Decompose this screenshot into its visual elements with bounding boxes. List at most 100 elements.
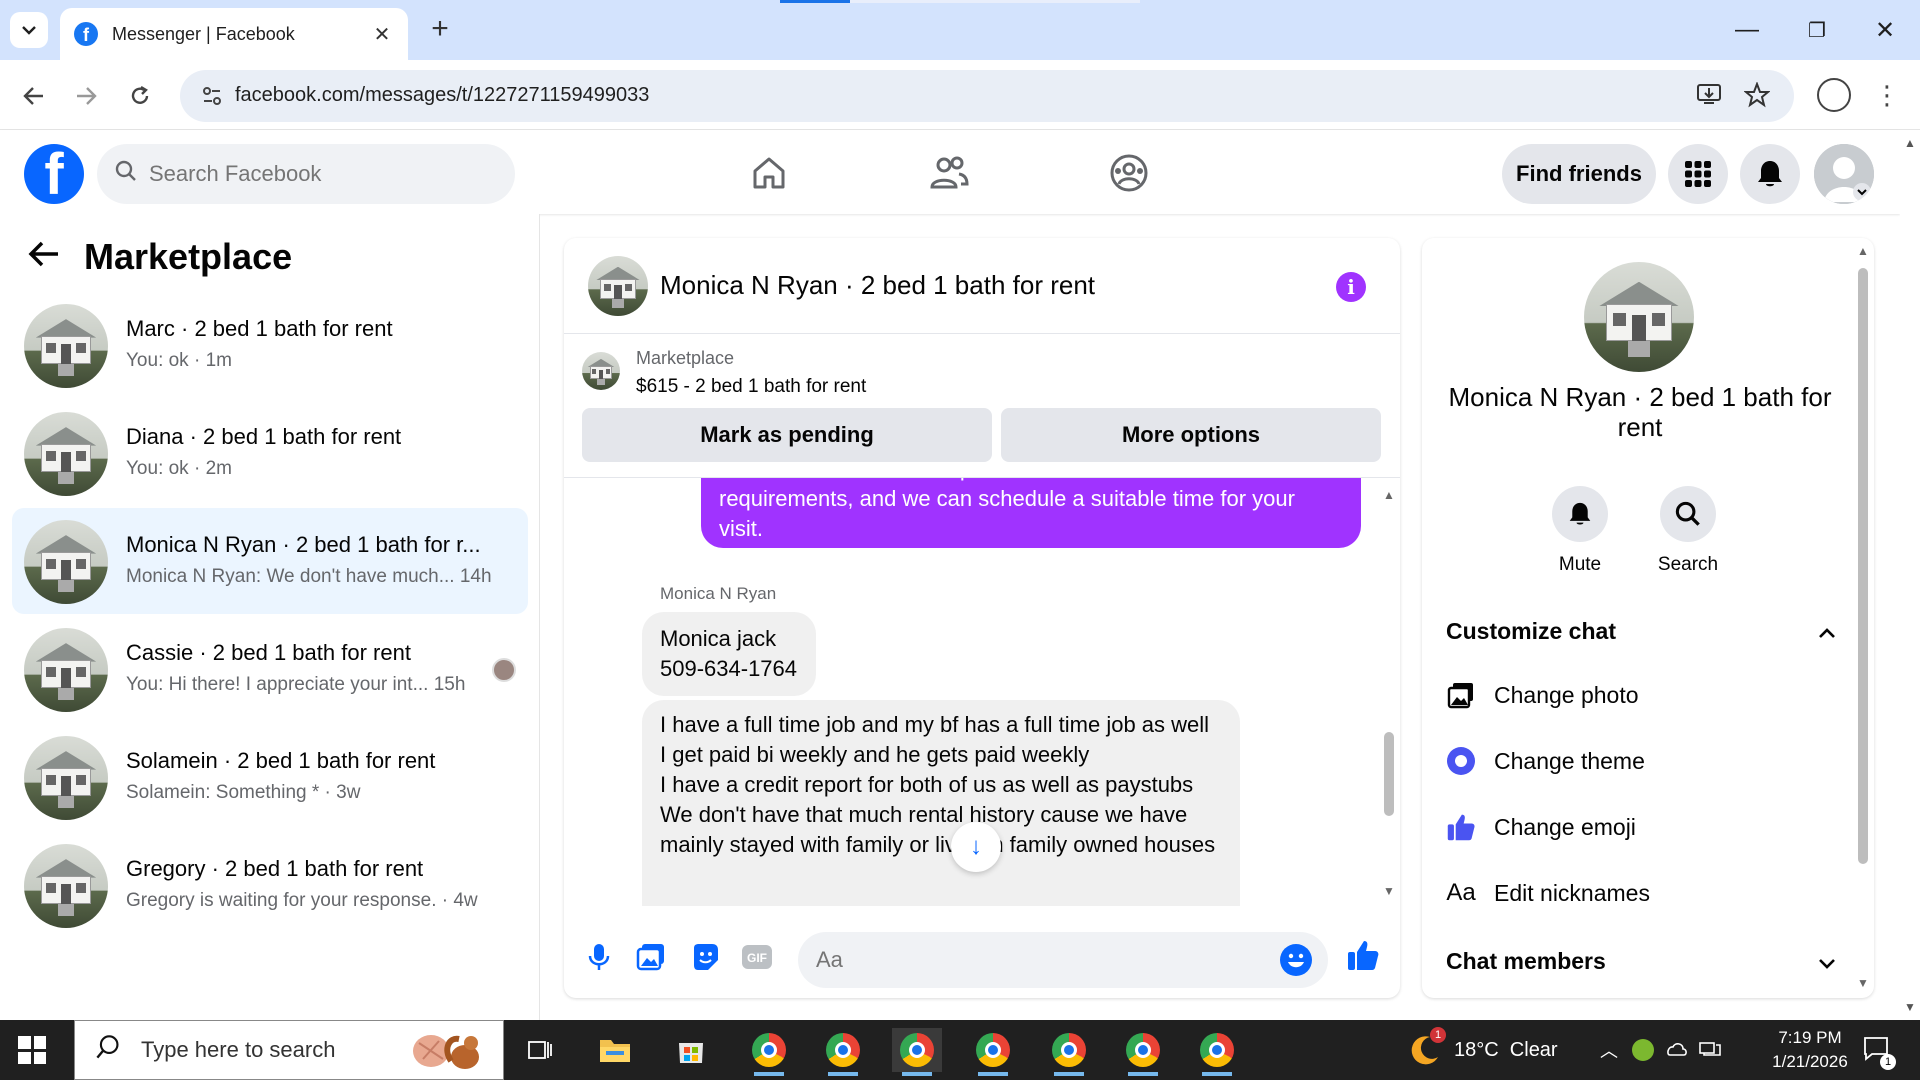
task-view-icon[interactable] (514, 1028, 564, 1072)
incoming-message[interactable]: Monica jack 509-634-1764 (642, 612, 816, 696)
info-scrollbar[interactable]: ▲ ▼ (1856, 244, 1870, 990)
chrome-profile-2-icon[interactable] (818, 1028, 868, 1076)
restore-button[interactable]: ❐ (1794, 10, 1840, 50)
chat-avatar[interactable] (588, 256, 648, 316)
search-conversation-button[interactable]: Search (1638, 486, 1738, 576)
customize-chat-section[interactable]: Customize chat (1446, 618, 1836, 645)
chat-panel: Monica N Ryan · 2 bed 1 bath for rent i … (564, 238, 1400, 998)
conversation-item[interactable]: Solamein · 2 bed 1 bath for rent Solamei… (12, 724, 528, 830)
gif-icon[interactable]: GIF (740, 940, 774, 974)
chat-scrollbar[interactable]: ▲ ▼ (1382, 488, 1396, 898)
chrome-profile-7-icon[interactable] (1192, 1028, 1242, 1076)
outgoing-message[interactable]: contact number so I can provide all the … (701, 478, 1361, 548)
listing-thumbnail[interactable] (582, 352, 620, 390)
conversation-item[interactable]: Diana · 2 bed 1 bath for rent You: ok · … (12, 400, 528, 506)
clock-time: 7:19 PM (1778, 1028, 1842, 1047)
change-photo-option[interactable]: Change photo (1446, 680, 1836, 710)
chrome-profile-5-icon[interactable] (1044, 1028, 1094, 1076)
groups-icon[interactable] (1104, 148, 1154, 198)
conversation-name: Monica N Ryan · 2 bed 1 bath for r... (126, 532, 481, 557)
forward-button[interactable] (68, 78, 104, 114)
clock[interactable]: 7:19 PM 1/21/2026 (1750, 1020, 1870, 1080)
browser-menu-icon[interactable]: ⋮ (1872, 78, 1902, 112)
onedrive-icon[interactable] (1664, 1039, 1688, 1062)
chat-scrollbar-thumb[interactable] (1384, 732, 1394, 816)
message-input-field[interactable] (798, 932, 1328, 988)
notifications-button[interactable] (1740, 144, 1800, 204)
taskbar-search[interactable]: Type here to search (74, 1020, 504, 1080)
bookmark-star-icon[interactable] (1742, 81, 1772, 112)
network-icon[interactable] (1698, 1039, 1722, 1062)
info-scrollbar-thumb[interactable] (1858, 268, 1868, 864)
conversation-preview: You: ok · 1m (126, 350, 232, 371)
profile-avatar[interactable] (1584, 262, 1694, 372)
edit-nicknames-option[interactable]: Aa Edit nicknames (1446, 878, 1836, 908)
change-emoji-option[interactable]: Change emoji (1446, 812, 1836, 842)
menu-grid-button[interactable] (1668, 144, 1728, 204)
account-avatar[interactable] (1814, 144, 1874, 204)
chrome-profile-6-icon[interactable] (1118, 1028, 1168, 1076)
close-window-button[interactable]: ✕ (1862, 10, 1908, 50)
facebook-search[interactable] (97, 144, 515, 204)
page-scrollbar[interactable]: ▲ ▼ (1900, 130, 1920, 1020)
tab-search-button[interactable] (10, 12, 48, 48)
site-info-icon[interactable] (200, 84, 224, 108)
friends-icon[interactable] (924, 148, 974, 198)
chrome-active-window-icon[interactable] (892, 1028, 942, 1076)
listing-title[interactable]: $615 - 2 bed 1 bath for rent (636, 376, 866, 398)
windows-taskbar: Type here to search 1 18°C Clear ︿ 7:19 … (0, 1020, 1920, 1080)
info-icon[interactable]: i (1336, 272, 1366, 302)
search-icon (115, 160, 137, 188)
install-app-icon[interactable] (1694, 82, 1724, 112)
home-icon[interactable] (744, 148, 794, 198)
facebook-search-input[interactable] (149, 161, 489, 187)
mute-label: Mute (1558, 554, 1602, 575)
security-icon[interactable] (1632, 1039, 1654, 1061)
file-explorer-icon[interactable] (590, 1028, 640, 1072)
change-theme-option[interactable]: Change theme (1446, 746, 1836, 776)
microsoft-store-icon[interactable] (666, 1028, 716, 1072)
bell-icon (1552, 486, 1608, 542)
listing-thumbnail (24, 844, 108, 928)
conversation-item-active[interactable]: Monica N Ryan · 2 bed 1 bath for r... Mo… (12, 508, 528, 614)
microphone-icon[interactable] (582, 940, 616, 974)
change-photo-label: Change photo (1494, 681, 1639, 708)
chevron-up-icon[interactable]: ︿ (1600, 1037, 1618, 1063)
notification-center-button[interactable]: 1 (1862, 1020, 1896, 1080)
mute-button[interactable]: Mute (1530, 486, 1630, 576)
mark-as-pending-button[interactable]: Mark as pending (582, 408, 992, 462)
windows-start-button[interactable] (18, 1036, 46, 1064)
emoji-icon[interactable] (1280, 944, 1312, 976)
address-bar[interactable]: facebook.com/messages/t/1227271159499033 (180, 70, 1794, 122)
conversation-item[interactable]: Cassie · 2 bed 1 bath for rent You: Hi t… (12, 616, 528, 722)
tab-close-button[interactable]: ✕ (370, 22, 394, 47)
new-tab-button[interactable]: + (424, 14, 456, 46)
weather-widget[interactable]: 1 18°C Clear (1408, 1020, 1558, 1080)
back-arrow-icon[interactable] (28, 238, 60, 277)
reload-button[interactable] (122, 78, 158, 114)
minimize-button[interactable]: — (1724, 10, 1770, 50)
url-text[interactable]: facebook.com/messages/t/1227271159499033 (235, 84, 649, 107)
sticker-icon[interactable] (688, 940, 722, 974)
browser-tab[interactable]: f Messenger | Facebook ✕ (60, 8, 408, 60)
message-input[interactable] (816, 944, 1256, 976)
conversation-item[interactable]: Marc · 2 bed 1 bath for rent You: ok · 1… (12, 292, 528, 398)
chat-members-section[interactable]: Chat members (1446, 948, 1836, 975)
facebook-logo-icon[interactable]: f (24, 144, 84, 204)
incoming-message[interactable]: I have a full time job and my bf has a f… (642, 700, 1240, 906)
chat-title[interactable]: Monica N Ryan · 2 bed 1 bath for rent (660, 270, 1095, 301)
more-options-button[interactable]: More options (1001, 408, 1381, 462)
listing-thumbnail (24, 736, 108, 820)
back-button[interactable] (16, 78, 52, 114)
thumbs-up-icon[interactable] (1346, 938, 1380, 972)
sender-name: Monica N Ryan (660, 584, 777, 603)
chrome-profile-m-icon[interactable] (744, 1028, 794, 1076)
scroll-to-bottom-button[interactable]: ↓ (951, 822, 1001, 872)
photo-icon[interactable] (634, 940, 668, 974)
browser-profile-icon[interactable] (1817, 78, 1851, 112)
chrome-profile-4-icon[interactable] (968, 1028, 1018, 1076)
find-friends-button[interactable]: Find friends (1502, 144, 1656, 204)
conversation-name: Gregory · 2 bed 1 bath for rent (126, 856, 424, 881)
marketplace-listing-card: Marketplace $615 - 2 bed 1 bath for rent… (564, 334, 1400, 478)
conversation-item[interactable]: Gregory · 2 bed 1 bath for rent Gregory … (12, 832, 528, 938)
